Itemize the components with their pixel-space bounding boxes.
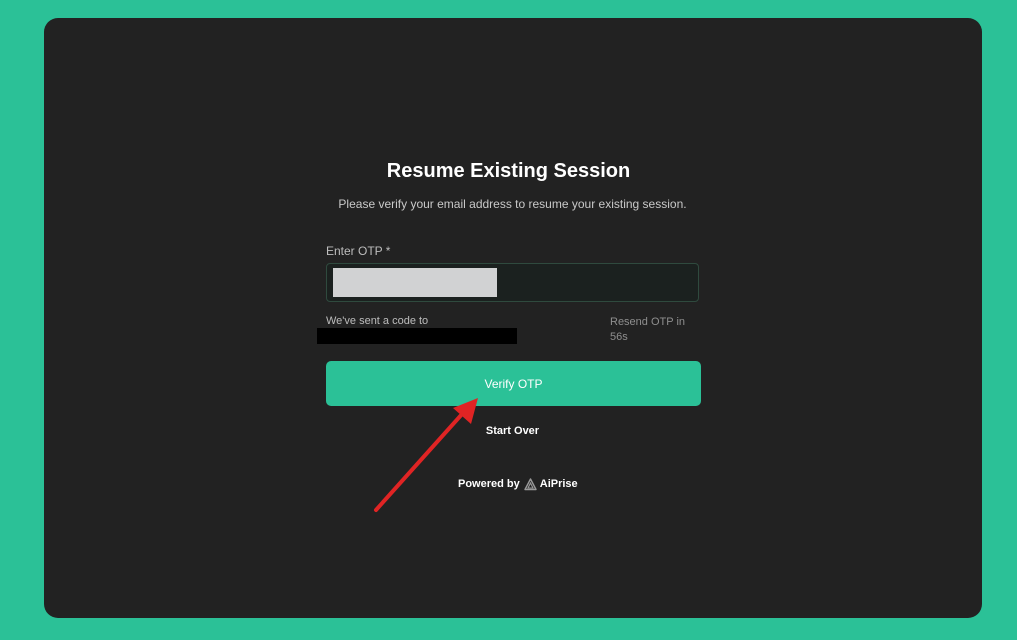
page-title: Resume Existing Session <box>386 160 631 182</box>
aiprise-logo-icon <box>524 477 537 491</box>
powered-by-label: Powered by <box>458 478 520 490</box>
redacted-email <box>317 328 517 344</box>
resend-otp-countdown[interactable]: Resend OTP in 56s <box>610 315 690 345</box>
otp-input[interactable] <box>333 268 497 297</box>
otp-field[interactable] <box>326 263 699 302</box>
verify-otp-button[interactable]: Verify OTP <box>326 361 701 406</box>
start-over-link[interactable]: Start Over <box>0 425 1017 437</box>
page-subtitle: Please verify your email address to resu… <box>338 197 687 211</box>
brand-name: AiPrise <box>539 478 578 490</box>
otp-sent-label: We've sent a code to <box>326 315 429 327</box>
otp-label: Enter OTP * <box>326 244 391 258</box>
session-card <box>44 18 982 618</box>
powered-by-footer: Powered by AiPrise <box>458 477 578 491</box>
